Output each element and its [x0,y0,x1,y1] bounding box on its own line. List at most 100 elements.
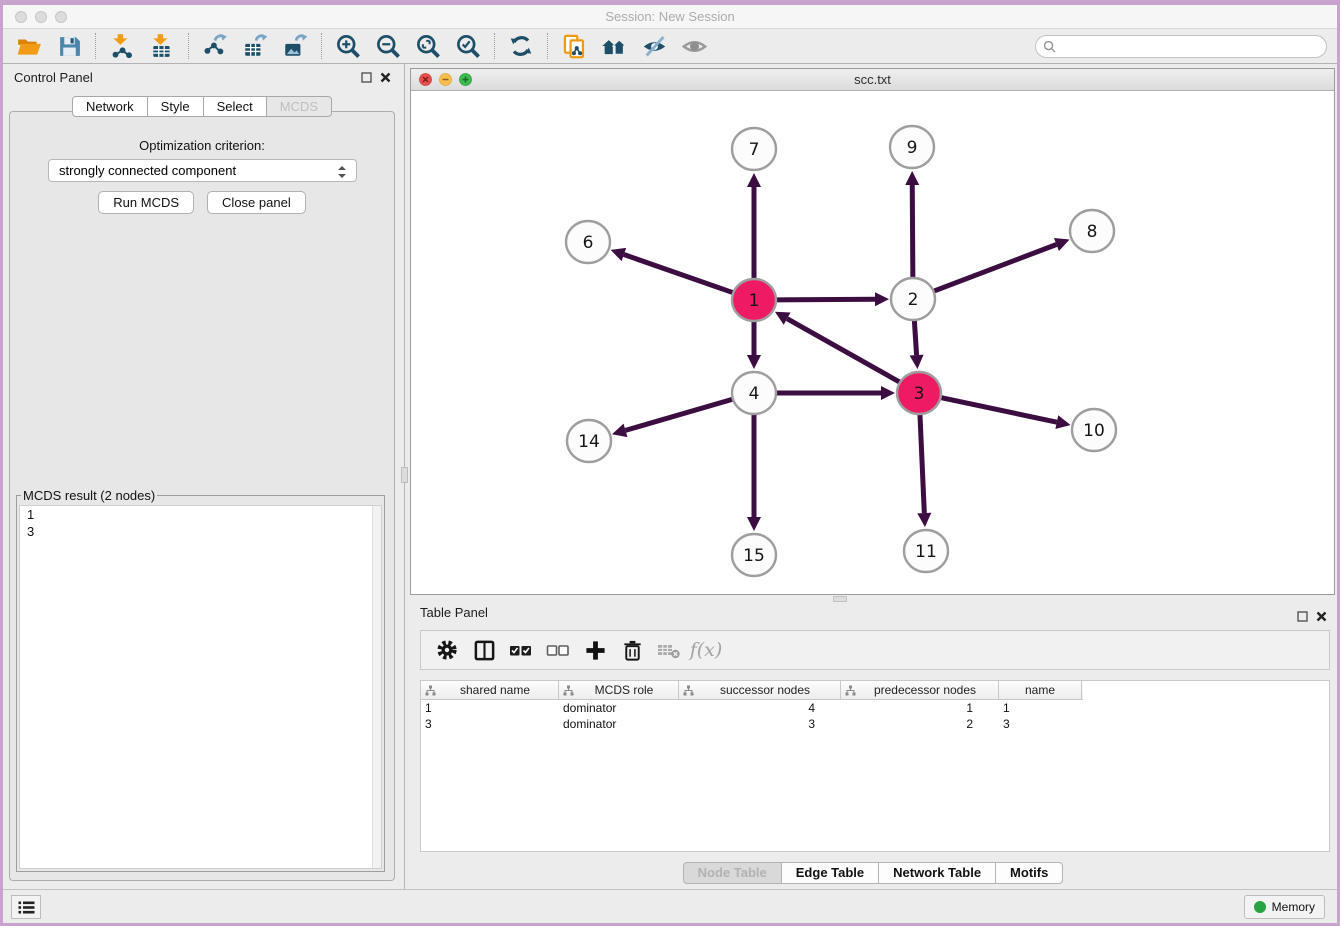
run-mcds-button[interactable]: Run MCDS [98,191,194,214]
toggle-panel-layout-button[interactable] [468,635,500,665]
first-neighbors-button[interactable] [594,31,634,61]
zoom-selected-button[interactable] [448,31,488,61]
graph-edge-3-11[interactable] [920,414,924,513]
graph-edge-3-10[interactable] [940,397,1057,422]
graph-edge-arrowhead [917,513,931,527]
tab-network-table[interactable]: Network Table [879,862,996,884]
cell-successor-nodes: 4 [679,700,841,716]
tab-mcds[interactable]: MCDS [267,96,332,117]
column-header-successor-nodes[interactable]: successor nodes [679,681,841,699]
save-session-button[interactable] [49,31,89,61]
minimize-window-button[interactable] [35,11,47,23]
select-all-rows-button[interactable] [505,635,537,665]
network-canvas-svg[interactable]: 7968124314101511 [411,91,1334,594]
tab-edge-table[interactable]: Edge Table [782,862,879,884]
splitter-handle[interactable] [833,596,847,602]
float-panel-icon[interactable] [1297,611,1308,622]
graph-edge-2-3[interactable] [914,320,916,355]
export-network-button[interactable] [195,31,235,61]
close-window-button[interactable] [15,11,27,23]
gear-icon [436,639,458,661]
clone-network-button[interactable] [554,31,594,61]
graph-edge-arrowhead [881,386,895,400]
zoom-fit-button[interactable] [408,31,448,61]
column-header-mcds-role[interactable]: MCDS role [559,681,679,699]
show-all-button[interactable] [674,31,714,61]
graph-node-label: 4 [749,384,760,404]
network-canvas[interactable]: 7968124314101511 [411,91,1334,594]
maximize-window-button[interactable] [55,11,67,23]
table-row[interactable]: 1 dominator 4 1 1 [421,700,1083,716]
cell-mcds-role: dominator [559,700,679,716]
tab-motifs[interactable]: Motifs [996,862,1063,884]
toolbar-separator [547,33,548,59]
close-panel-icon[interactable] [380,72,391,83]
graph-edge-1-6[interactable] [624,255,734,294]
delete-table-button [653,635,685,665]
minimize-network-button[interactable] [439,73,452,86]
graph-edge-arrowhead [747,173,761,187]
splitter-handle[interactable] [401,467,408,483]
graph-edge-arrowhead [612,424,627,437]
toolbar-separator [494,33,495,59]
zoom-in-button[interactable] [328,31,368,61]
close-panel-button[interactable]: Close panel [207,191,306,214]
close-network-button[interactable] [419,73,432,86]
graph-edge-2-9[interactable] [912,185,913,278]
fx-icon: f(x) [690,639,723,661]
graph-edge-1-2[interactable] [775,299,875,300]
mcds-result-item: 3 [20,523,381,540]
cell-shared-name: 3 [421,716,559,732]
refresh-view-button[interactable] [501,31,541,61]
result-scrollbar[interactable] [372,506,381,868]
export-table-button[interactable] [235,31,275,61]
tab-select[interactable]: Select [204,96,267,117]
search-input[interactable] [1035,35,1327,58]
tab-style[interactable]: Style [148,96,204,117]
deselect-all-rows-button[interactable] [542,635,574,665]
graph-edge-arrowhead [611,248,627,261]
import-table-button[interactable] [142,31,182,61]
graph-edge-arrowhead [875,292,889,306]
graph-node-label: 8 [1087,222,1098,242]
graph-edge-2-8[interactable] [933,244,1057,291]
add-column-button[interactable] [579,635,611,665]
close-panel-icon[interactable] [1316,611,1327,622]
hide-selected-button[interactable] [634,31,674,61]
control-panel-tabs: Network Style Select MCDS [3,96,401,117]
dropdown-stepper-icon [335,164,349,180]
zoom-out-button[interactable] [368,31,408,61]
network-window-titlebar[interactable]: scc.txt [411,69,1334,91]
graph-edge-4-14[interactable] [625,399,733,431]
delete-column-button[interactable] [616,635,648,665]
column-header-shared-name[interactable]: shared name [421,681,559,699]
tab-network[interactable]: Network [72,96,148,117]
float-panel-icon[interactable] [361,72,372,83]
graph-edge-arrowhead [905,171,919,185]
task-history-button[interactable] [11,895,41,919]
table-settings-button[interactable] [431,635,463,665]
window-title: Session: New Session [3,5,1337,29]
import-network-button[interactable] [102,31,142,61]
export-image-button[interactable] [275,31,315,61]
graph-node-label: 11 [915,542,937,562]
vertical-splitter[interactable] [401,64,409,889]
attribute-type-icon [425,685,436,696]
column-header-predecessor-nodes[interactable]: predecessor nodes [841,681,999,699]
maximize-network-button[interactable] [459,73,472,86]
delete-table-icon [657,638,681,662]
horizontal-splitter[interactable] [409,595,1337,603]
status-bar: Memory [3,889,1337,923]
mcds-result-list[interactable]: 1 3 [19,505,382,869]
table-row[interactable]: 3 dominator 3 2 3 [421,716,1083,732]
graph-edge-3-1[interactable] [787,319,901,383]
node-table[interactable]: shared name MCDS role successor nodes [420,680,1330,852]
memory-label: Memory [1272,900,1315,914]
criterion-dropdown[interactable]: strongly connected component [48,159,357,182]
open-session-button[interactable] [9,31,49,61]
memory-button[interactable]: Memory [1244,895,1325,919]
cell-predecessor-nodes: 2 [841,716,999,732]
tab-node-table[interactable]: Node Table [683,862,782,884]
mcds-result-group: MCDS result (2 nodes) 1 3 [16,488,385,872]
column-header-name[interactable]: name [999,681,1082,699]
